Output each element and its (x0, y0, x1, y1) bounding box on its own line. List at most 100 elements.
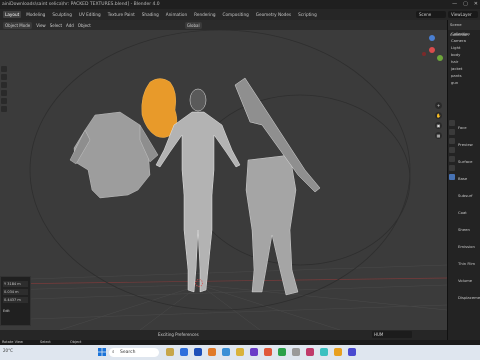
windows-taskbar: 20°C ⌕ Search (0, 345, 480, 360)
properties-tabs (449, 120, 455, 180)
viewport-header: Object Mode View Select Add Object Globa… (0, 20, 447, 30)
property-row[interactable]: Face (458, 125, 467, 130)
maximize-button[interactable]: ▢ (463, 0, 468, 9)
taskbar-search[interactable]: ⌕ Search (109, 348, 159, 357)
edge-icon[interactable] (180, 348, 188, 356)
operator-value-2[interactable]: 0.034 m (3, 289, 28, 295)
outliner-item[interactable]: hair (448, 58, 480, 65)
app-icon-green[interactable] (278, 348, 286, 356)
ortho-toggle-icon[interactable]: ▦ (435, 132, 442, 139)
workspace-tab-animation[interactable]: Animation (164, 11, 189, 18)
view-controls: + ✋ ▣ ▦ (435, 102, 442, 139)
tool-tab-icon[interactable] (449, 120, 455, 126)
property-row[interactable]: Sheen (458, 227, 470, 232)
app-icon-orange[interactable] (334, 348, 342, 356)
camera-view-icon[interactable]: ▣ (435, 122, 442, 129)
windows-start-icon[interactable] (98, 348, 106, 356)
window-title-bar: ainiDownloads\saint selica\hr: PACKED TE… (0, 0, 480, 9)
outliner-item[interactable]: Camera (448, 37, 480, 44)
viewport-scene (0, 30, 447, 330)
pants-mesh[interactable] (245, 154, 299, 296)
workspace-tab-compositing[interactable]: Compositing (221, 11, 251, 18)
grid-floor (0, 264, 447, 330)
app-icon-gray[interactable] (292, 348, 300, 356)
operator-value-3[interactable]: 0.4437 m (3, 297, 28, 303)
property-row[interactable]: Subsurf (458, 193, 473, 198)
scene-selector[interactable]: Scene (416, 11, 446, 18)
outliner-item[interactable]: pants (448, 72, 480, 79)
add-menu[interactable]: Add (66, 23, 74, 28)
view-menu[interactable]: View (36, 23, 46, 28)
workspace-tab-shading[interactable]: Shading (140, 11, 161, 18)
outliner-list: Collection Camera Light body hair jacket pants… (448, 30, 480, 86)
render-tab-icon[interactable] (449, 129, 455, 135)
app-icon-red[interactable] (264, 348, 272, 356)
cursor-tool-icon[interactable] (1, 74, 7, 80)
select-tool-icon[interactable] (1, 66, 7, 72)
workspace-tab-geometry-nodes[interactable]: Geometry Nodes (254, 11, 293, 18)
file-explorer-icon[interactable] (166, 348, 174, 356)
app-icon-purple[interactable] (250, 348, 258, 356)
blender-taskbar-icon[interactable] (208, 348, 216, 356)
3d-viewport[interactable]: + ✋ ▣ ▦ (0, 30, 447, 330)
hair-mesh[interactable] (141, 78, 178, 138)
modifier-tab-icon[interactable] (449, 165, 455, 171)
store-icon[interactable] (194, 348, 202, 356)
last-operator-panel: Y 3184 m 0.034 m 0.4437 m Edit (0, 276, 31, 326)
outliner-item[interactable]: body (448, 51, 480, 58)
viewport-footer: Exciting Preferences HUM (0, 330, 447, 340)
property-row[interactable]: Coat (458, 210, 467, 215)
outliner-item[interactable]: Light (448, 44, 480, 51)
property-row[interactable]: Base (458, 176, 467, 181)
object-menu[interactable]: Object (78, 23, 91, 28)
weather-widget[interactable]: 20°C (3, 348, 13, 353)
workspace-tab-rendering[interactable]: Rendering (192, 11, 217, 18)
move-tool-icon[interactable] (1, 82, 7, 88)
property-row[interactable]: Preview (458, 142, 473, 147)
property-row[interactable]: Thin Film (458, 261, 475, 266)
app-icon-teal[interactable] (320, 348, 328, 356)
status-left: Rotate View (2, 340, 23, 344)
rotate-tool-icon[interactable] (1, 90, 7, 96)
minimize-button[interactable]: — (452, 0, 457, 9)
zoom-icon[interactable]: + (435, 102, 442, 109)
operator-value-1[interactable]: Y 3184 m (3, 281, 28, 287)
folder-icon[interactable] (236, 348, 244, 356)
property-row[interactable]: Emission (458, 244, 475, 249)
transform-orientation[interactable]: Global (184, 21, 202, 29)
snap-selector[interactable]: HUM (372, 331, 412, 338)
close-button[interactable]: ✕ (474, 0, 478, 9)
outliner-item[interactable]: Collection (448, 30, 480, 37)
toolbar-left (1, 66, 7, 112)
preferences-label[interactable]: Exciting Preferences (158, 330, 199, 340)
outliner-item[interactable]: jacket (448, 65, 480, 72)
jacket-mesh[interactable] (69, 111, 159, 199)
material-tab-icon[interactable] (449, 174, 455, 180)
properties-sidebar: Scene Collection Collection Camera Light bo… (447, 20, 480, 340)
workspace-tab-scripting[interactable]: Scripting (296, 11, 319, 18)
workspace-tab-modeling[interactable]: Modeling (24, 11, 47, 18)
property-row[interactable]: Volume (458, 278, 472, 283)
workspace-tab-layout[interactable]: Layout (3, 11, 22, 18)
scale-tool-icon[interactable] (1, 98, 7, 104)
view-layer-selector[interactable]: ViewLayer (448, 11, 478, 18)
object-tab-icon[interactable] (449, 156, 455, 162)
navigation-gizmo[interactable] (422, 35, 443, 61)
app-icon-blue[interactable] (348, 348, 356, 356)
workspace-tab-texture-paint[interactable]: Texture Paint (106, 11, 137, 18)
workspace-tab-bar: Layout Modeling Sculpting UV Editing Texture… (0, 9, 480, 20)
outliner-title: Scene Collection (448, 20, 480, 37)
output-tab-icon[interactable] (449, 138, 455, 144)
app-icon-pink[interactable] (306, 348, 314, 356)
photos-icon[interactable] (222, 348, 230, 356)
scene-tab-icon[interactable] (449, 147, 455, 153)
property-row[interactable]: Surface (458, 159, 472, 164)
transform-tool-icon[interactable] (1, 106, 7, 112)
outliner-item[interactable]: gun (448, 79, 480, 86)
pan-icon[interactable]: ✋ (435, 112, 442, 119)
select-menu[interactable]: Select (50, 23, 62, 28)
mode-selector[interactable]: Object Mode (3, 21, 33, 29)
property-row[interactable]: Displacement (458, 295, 480, 300)
workspace-tab-sculpting[interactable]: Sculpting (50, 11, 74, 18)
workspace-tab-uv-editing[interactable]: UV Editing (77, 11, 103, 18)
